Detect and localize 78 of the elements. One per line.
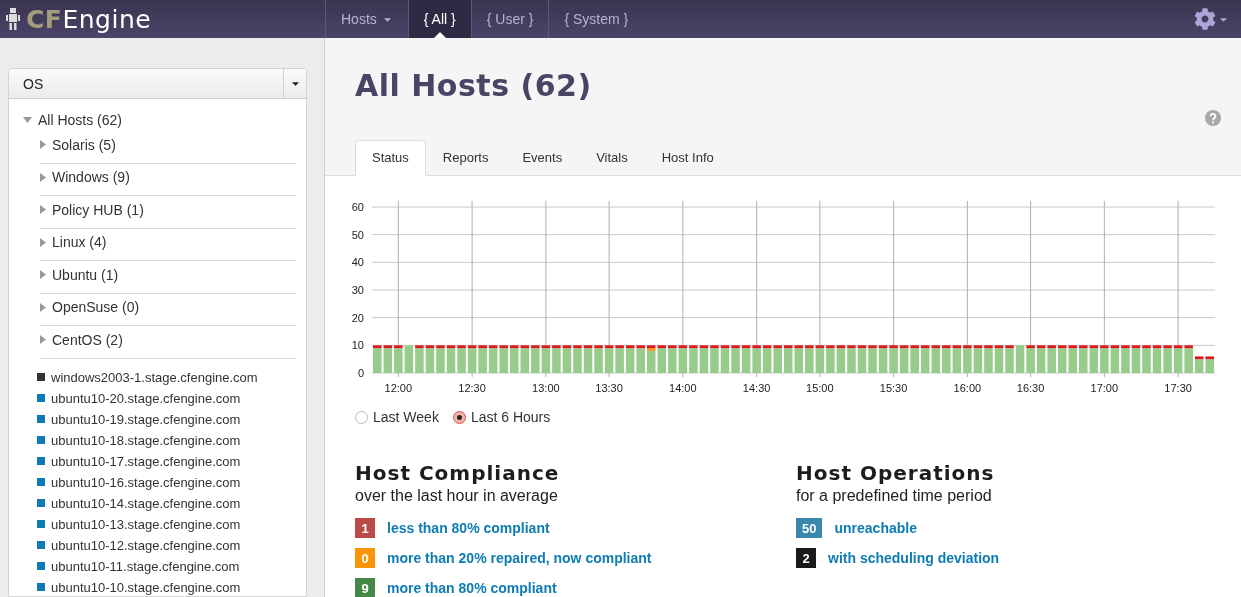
tab[interactable]: Host Info	[644, 140, 731, 176]
period-radio[interactable]: Last Week	[355, 409, 439, 425]
caret-right-icon[interactable]	[40, 140, 46, 150]
logo: CFEngine	[26, 4, 152, 34]
tree-item[interactable]: Linux (4)	[40, 228, 296, 261]
axis-label: 15:00	[806, 382, 834, 394]
robot-icon	[6, 8, 20, 30]
axis-label: 15:30	[879, 382, 908, 394]
axis-label: 20	[351, 311, 364, 324]
host-link[interactable]: ubuntu10-17.stage.cfengine.com	[51, 453, 241, 469]
tab[interactable]: Vitals	[579, 140, 645, 176]
status-link[interactable]: with scheduling deviation	[828, 550, 1000, 566]
radio-dot[interactable]	[355, 410, 368, 424]
axis-label: 14:30	[742, 382, 771, 394]
caret-right-icon[interactable]	[40, 302, 46, 312]
filter-dropdown[interactable]: OS	[9, 69, 306, 99]
host-link[interactable]: windows2003-1.stage.cfengine.com	[51, 369, 258, 385]
page-title: All Hosts (62)	[355, 68, 592, 105]
tab[interactable]: Status	[355, 140, 426, 176]
section-title: Host Compliance	[355, 461, 561, 485]
tree-item[interactable]: CentOS (2)	[40, 326, 296, 359]
section-title: Host Operations	[796, 461, 996, 485]
tree-item[interactable]: Ubuntu (1)	[40, 261, 296, 294]
count-badge: 9	[355, 578, 375, 597]
tree-item[interactable]: All Hosts (62)	[23, 109, 296, 131]
radio-label: Last Week	[373, 409, 439, 425]
axis-label: 0	[357, 367, 364, 379]
radio-dot[interactable]	[452, 410, 466, 424]
axis-label: 12:30	[458, 382, 486, 394]
settings-icon	[1194, 8, 1216, 30]
status-link[interactable]: more than 20% repaired, now compliant	[387, 550, 652, 566]
tree-item[interactable]: Policy HUB (1)	[40, 196, 296, 229]
host-link[interactable]: ubuntu10-12.stage.cfengine.com	[51, 537, 241, 553]
tree-item[interactable]: OpenSuse (0)	[40, 293, 296, 326]
host-link[interactable]: ubuntu10-10.stage.cfengine.com	[51, 579, 241, 595]
count-badge: 2	[796, 548, 816, 568]
host-link[interactable]: ubuntu10-16.stage.cfengine.com	[51, 474, 241, 490]
count-badge: 0	[355, 548, 375, 568]
axis-label: 17:30	[1164, 382, 1192, 394]
axis-label: 13:00	[532, 382, 560, 394]
tree-item[interactable]: Solaris (5)	[40, 131, 296, 164]
section-subtitle: for a predefined time period	[796, 487, 993, 505]
host-link[interactable]: ubuntu10-14.stage.cfengine.com	[51, 495, 241, 511]
axis-label: 16:30	[1016, 382, 1045, 394]
caret-right-icon[interactable]	[40, 335, 46, 345]
caret-right-icon[interactable]	[40, 237, 46, 247]
axis-label: 10	[351, 339, 364, 352]
count-badge: 1	[355, 518, 375, 538]
host-link[interactable]: ubuntu10-13.stage.cfengine.com	[51, 516, 241, 532]
axis-label: 40	[351, 256, 364, 269]
axis-label: 12:00	[384, 382, 413, 394]
host-link[interactable]: ubuntu10-18.stage.cfengine.com	[51, 432, 241, 448]
axis-label: 14:00	[669, 382, 697, 394]
help-icon[interactable]	[1205, 110, 1221, 126]
host-link[interactable]: ubuntu10-19.stage.cfengine.com	[51, 411, 241, 427]
axis-label: 17:00	[1090, 382, 1119, 394]
count-badge: 50	[796, 518, 823, 538]
status-link[interactable]: more than 80% compliant	[387, 580, 557, 596]
caret-down-icon[interactable]	[23, 117, 32, 123]
host-link[interactable]: ubuntu10-20.stage.cfengine.com	[51, 390, 241, 406]
section-subtitle: over the last hour in average	[355, 487, 559, 505]
axis-label: 13:30	[595, 382, 623, 394]
radio-label: Last 6 Hours	[470, 409, 551, 425]
status-link[interactable]: unreachable	[834, 520, 917, 536]
tab[interactable]: Events	[505, 140, 580, 176]
period-radio[interactable]: Last 6 Hours	[452, 409, 551, 425]
caret-right-icon[interactable]	[40, 270, 46, 280]
nav-item[interactable]: { All }	[407, 0, 471, 38]
status-link[interactable]: less than 80% compliant	[387, 520, 550, 536]
caret-right-icon[interactable]	[40, 172, 46, 182]
caret-right-icon[interactable]	[40, 205, 46, 215]
tree-item[interactable]: Windows (9)	[40, 163, 296, 196]
tab[interactable]: Reports	[425, 140, 506, 176]
host-link[interactable]: ubuntu10-11.stage.cfengine.com	[51, 558, 240, 574]
axis-label: 30	[351, 284, 364, 296]
axis-label: 60	[351, 201, 364, 213]
axis-label: 16:00	[953, 382, 982, 394]
axis-label: 50	[351, 228, 364, 241]
